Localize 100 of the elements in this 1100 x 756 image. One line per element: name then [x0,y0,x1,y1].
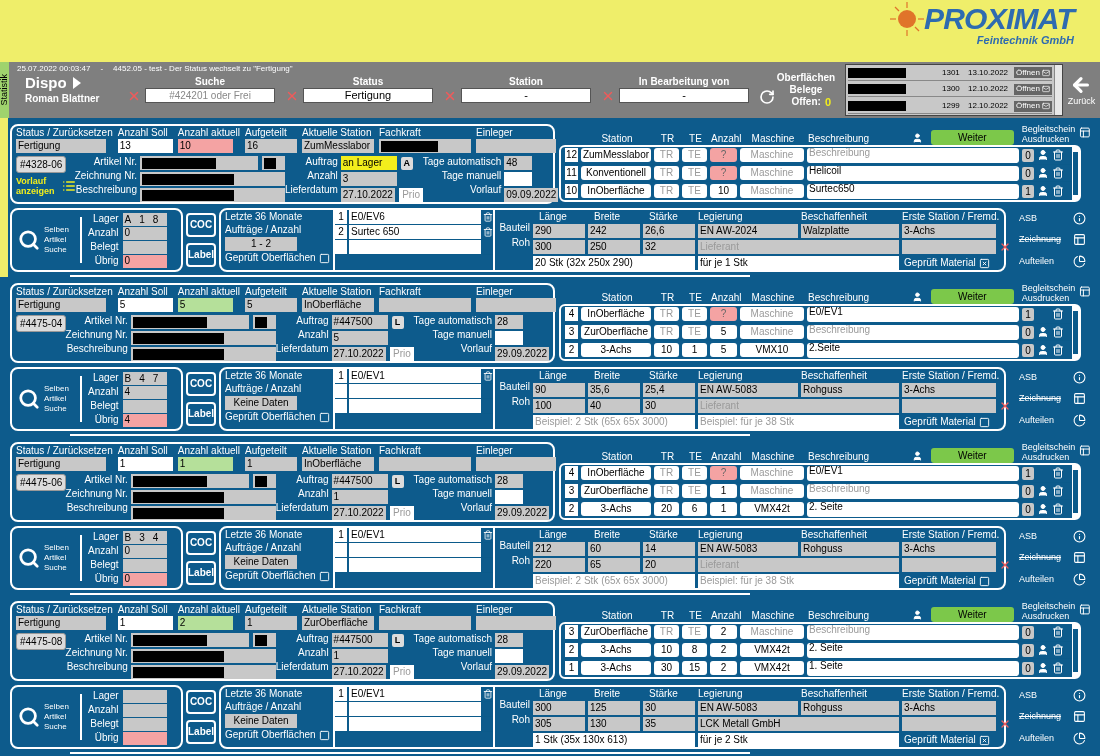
coc-button[interactable]: COC [186,690,216,714]
coc-button[interactable]: COC [186,531,216,555]
print-slip-link[interactable]: Begleitschein Ausdrucken [1021,283,1076,303]
next-button[interactable]: Weiter [930,607,1014,622]
trash-icon[interactable] [1052,308,1064,321]
asb-link[interactable]: ASB [1019,370,1037,385]
station-field[interactable]: Konventionell [581,166,651,180]
checkbox[interactable] [318,411,330,423]
search-icon[interactable] [18,547,40,569]
person-icon[interactable] [1037,185,1049,198]
label-button[interactable]: Label [186,561,216,585]
letter-button[interactable]: A [400,156,413,170]
clear-icon[interactable] [999,718,1011,730]
list-icon[interactable] [62,179,76,193]
clear-icon[interactable] [999,400,1011,412]
surface-field[interactable] [349,717,481,731]
input-field[interactable]: 2 [710,661,737,676]
station-field[interactable]: InOberfläche [581,466,651,481]
drawing-link[interactable]: Zeichnung [1019,233,1062,247]
asb-link[interactable]: ASB [1019,688,1037,703]
order-number-button[interactable]: #4475-06 [16,474,67,491]
step-number[interactable]: 2 [565,502,578,517]
trash-icon[interactable] [483,689,493,699]
layout-icon[interactable] [1079,603,1091,616]
pie-chart-icon[interactable] [1073,572,1086,586]
trash-icon[interactable] [1052,503,1064,516]
step-number[interactable]: 10 [565,184,578,199]
surface-field[interactable] [349,384,481,398]
step-number[interactable]: 3 [565,625,578,640]
input-field[interactable] [504,172,533,186]
input-field[interactable]: 1 [710,502,737,517]
person-icon[interactable] [1037,149,1049,162]
input-field[interactable]: VMX10 [740,343,804,358]
input-field[interactable]: 15 [682,661,707,676]
search-icon[interactable] [18,388,40,410]
input-field[interactable] [495,490,523,504]
next-button[interactable]: Weiter [930,289,1014,304]
search-icon[interactable] [18,229,40,251]
trash-icon[interactable] [1052,185,1064,198]
trash-icon[interactable] [1052,485,1064,497]
layout-icon[interactable] [1079,444,1091,457]
order-number-button[interactable]: #4475-08 [16,633,67,650]
person-icon[interactable] [912,450,923,462]
back-button[interactable]: Zurück [1062,62,1100,118]
surface-field[interactable]: Surtec 650 [349,225,481,239]
layout-icon[interactable] [1079,285,1091,298]
trash-icon[interactable] [1052,326,1064,338]
scrollbar[interactable] [1053,65,1062,115]
show-lead-time-link[interactable]: Vorlauf anzeigen [16,176,60,196]
person-icon[interactable] [1037,644,1049,656]
checkbox[interactable] [978,734,990,746]
next-button[interactable]: Weiter [930,130,1014,145]
layout-icon[interactable] [1073,392,1086,406]
surface-field[interactable]: E0/EV1 [349,528,481,542]
trash-icon[interactable] [1052,467,1064,480]
input-field[interactable]: 2 [710,625,737,640]
person-icon[interactable] [1037,326,1049,338]
person-icon[interactable] [1037,503,1049,516]
station-field[interactable]: InOberfläche [581,184,651,199]
filter-field[interactable]: - [619,88,749,103]
refresh-icon[interactable] [759,89,775,105]
trash-icon[interactable] [483,371,493,381]
input-field[interactable]: 1 [117,457,173,471]
row-number[interactable]: 1 [335,528,347,542]
asb-link[interactable]: ASB [1019,211,1037,226]
station-field[interactable]: 3-Achs [581,343,651,358]
open-link[interactable]: Öffnen [1014,67,1052,79]
checkbox[interactable] [318,252,330,264]
info-icon[interactable] [1073,371,1086,385]
surface-field[interactable] [349,702,481,716]
input-field[interactable]: 2. Seite [807,642,1019,658]
person-icon[interactable] [912,609,923,621]
checkbox[interactable] [978,257,990,269]
input-field[interactable]: 1 [682,343,707,358]
letter-button[interactable]: L [391,633,404,647]
input-field[interactable]: 5 [117,298,173,312]
step-number[interactable]: 4 [565,466,578,481]
station-field[interactable]: ZurOberfläche [581,325,651,339]
clear-icon[interactable] [999,241,1011,253]
trash-icon[interactable] [1052,149,1064,162]
surface-field[interactable] [349,240,481,254]
filter-field[interactable]: #424201 oder Frei [145,88,275,103]
input-field[interactable]: 13 [117,139,173,153]
step-number[interactable]: 3 [565,484,578,498]
split-link[interactable]: Aufteilen [1019,254,1055,269]
checkbox[interactable] [318,729,330,741]
station-field[interactable]: ZumMesslabor [581,148,651,163]
split-link[interactable]: Aufteilen [1019,572,1055,587]
trash-icon[interactable] [1052,344,1064,357]
search-icon[interactable] [18,706,40,728]
layout-icon[interactable] [1073,551,1086,565]
input-field[interactable]: 1 Stk (35x 130x 613) [533,733,695,747]
station-field[interactable]: InOberfläche [581,307,651,322]
surface-field[interactable] [349,399,481,413]
input-field[interactable]: Surtec650 [807,183,1019,199]
same-article-search-link[interactable]: Selben Artikel Suche [44,384,74,414]
trash-icon[interactable] [1052,626,1064,639]
person-icon[interactable] [912,291,923,303]
input-field[interactable]: 2 [710,643,737,657]
step-number[interactable]: 1 [565,661,578,676]
